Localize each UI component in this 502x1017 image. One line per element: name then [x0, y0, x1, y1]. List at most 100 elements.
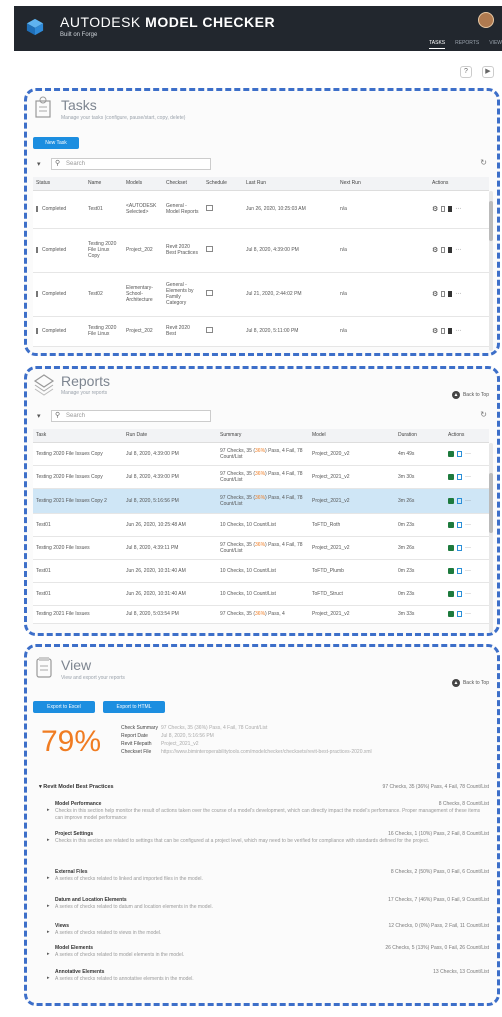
document-icon[interactable]: [457, 567, 462, 574]
col-checkset[interactable]: Checkset: [163, 177, 203, 191]
filter-icon[interactable]: ▾: [37, 412, 41, 420]
trash-icon[interactable]: [448, 206, 453, 212]
back-to-top-link[interactable]: ▲ Back to Top: [451, 679, 489, 687]
excel-icon[interactable]: [448, 567, 454, 574]
document-icon[interactable]: [457, 521, 462, 528]
check-category[interactable]: ▸ Datum and Location Elements 17 Checks, 7…: [47, 897, 489, 921]
refresh-icon[interactable]: ↻: [480, 158, 487, 167]
expand-icon[interactable]: ▸: [47, 929, 50, 935]
more-icon[interactable]: ···: [465, 522, 471, 528]
gear-icon[interactable]: ⚙: [432, 246, 438, 254]
excel-icon[interactable]: [448, 473, 454, 480]
calendar-icon[interactable]: [206, 290, 213, 296]
excel-icon[interactable]: [448, 590, 454, 597]
col-run-date[interactable]: Run Date: [123, 429, 217, 443]
more-icon[interactable]: ···: [465, 498, 471, 504]
table-row[interactable]: Testing 2020 File Issues Copy Jul 8, 2020…: [33, 442, 489, 466]
pause-icon[interactable]: [441, 247, 446, 253]
more-icon[interactable]: ···: [465, 568, 471, 574]
excel-icon[interactable]: [448, 450, 454, 457]
more-icon[interactable]: ···: [465, 611, 471, 617]
back-to-top-link[interactable]: ▲ Back to Top: [451, 391, 489, 399]
check-category[interactable]: ▸ Project Settings 16 Checks, 1 (10%) Pass…: [47, 831, 489, 855]
excel-icon[interactable]: [448, 611, 454, 617]
expand-icon[interactable]: ▸: [47, 837, 50, 843]
tasks-scrollbar[interactable]: [489, 191, 493, 351]
pause-icon[interactable]: [441, 328, 446, 334]
user-avatar[interactable]: [478, 12, 494, 28]
table-row[interactable]: Completed Test01 <AUTODESK Selected> Gen…: [33, 190, 489, 229]
nav-reports[interactable]: REPORTS: [455, 40, 479, 49]
check-category[interactable]: ▸ Model Elements 26 Checks, 5 (13%) Pass, …: [47, 945, 489, 969]
document-icon[interactable]: [457, 497, 462, 504]
more-icon[interactable]: ···: [465, 545, 471, 551]
reports-search-input[interactable]: ⚲ Search: [51, 410, 211, 422]
calendar-icon[interactable]: [206, 205, 213, 211]
col-models[interactable]: Models: [123, 177, 163, 191]
table-row[interactable]: Testing 2021 File Issues Jul 8, 2020, 5:0…: [33, 605, 489, 624]
col-task[interactable]: Task: [33, 429, 123, 443]
trash-icon[interactable]: [448, 328, 453, 334]
expand-icon[interactable]: ▸: [47, 875, 50, 881]
table-row[interactable]: Testing 2020 File Issues Copy Jul 8, 2020…: [33, 465, 489, 489]
more-icon[interactable]: ···: [455, 328, 461, 334]
export-excel-button[interactable]: Export to Excel: [33, 701, 95, 713]
check-category[interactable]: ▸ Views 12 Checks, 0 (0%) Pass, 2 Fail, 11…: [47, 923, 489, 947]
col-schedule[interactable]: Schedule: [203, 177, 243, 191]
more-icon[interactable]: ···: [465, 451, 471, 457]
tasks-search-input[interactable]: ⚲ Search: [51, 158, 211, 170]
document-icon[interactable]: [457, 611, 462, 617]
scrollbar-thumb[interactable]: [489, 201, 493, 241]
trash-icon[interactable]: [448, 291, 453, 297]
help-icon[interactable]: ?: [460, 66, 472, 78]
expand-icon[interactable]: ▸: [47, 975, 50, 981]
gear-icon[interactable]: ⚙: [432, 205, 438, 213]
excel-icon[interactable]: [448, 544, 454, 551]
pause-icon[interactable]: [441, 291, 446, 297]
expand-icon[interactable]: ▸: [47, 903, 50, 909]
more-icon[interactable]: ···: [455, 247, 461, 253]
col-last-run[interactable]: Last Run: [243, 177, 337, 191]
gear-icon[interactable]: ⚙: [432, 327, 438, 335]
trash-icon[interactable]: [448, 247, 453, 253]
calendar-icon[interactable]: [206, 327, 213, 333]
document-icon[interactable]: [457, 590, 462, 597]
col-model[interactable]: Model: [309, 429, 395, 443]
document-icon[interactable]: [457, 473, 462, 480]
more-icon[interactable]: ···: [455, 206, 461, 212]
reports-scrollbar[interactable]: [489, 443, 493, 633]
nav-tasks[interactable]: TASKS: [429, 40, 446, 49]
scrollbar-thumb[interactable]: [489, 473, 493, 533]
video-icon[interactable]: ▶: [482, 66, 494, 78]
col-duration[interactable]: Duration: [395, 429, 445, 443]
col-summary[interactable]: Summary: [217, 429, 309, 443]
refresh-icon[interactable]: ↻: [480, 410, 487, 419]
expand-icon[interactable]: ▸: [47, 807, 50, 813]
nav-view[interactable]: VIEW: [489, 40, 502, 49]
table-row[interactable]: Test01 Jun 26, 2020, 10:25:48 AM 10 Checks…: [33, 513, 489, 537]
new-task-button[interactable]: New Task: [33, 137, 79, 149]
gear-icon[interactable]: ⚙: [432, 290, 438, 298]
table-row[interactable]: Testing 2021 File Issues Copy 2 Jul 8, 20…: [33, 488, 489, 514]
pause-icon[interactable]: [441, 206, 446, 212]
export-html-button[interactable]: Export to HTML: [103, 701, 165, 713]
table-row[interactable]: Completed Testing 2020 File Linux Copy P…: [33, 228, 489, 273]
filter-icon[interactable]: ▾: [37, 160, 41, 168]
excel-icon[interactable]: [448, 497, 454, 504]
col-next-run[interactable]: Next Run: [337, 177, 429, 191]
checkset-group-title[interactable]: ▾ Revit Model Best Practices: [39, 784, 114, 790]
document-icon[interactable]: [457, 544, 462, 551]
document-icon[interactable]: [457, 450, 462, 457]
checkset-value[interactable]: https://www.biminteroperabilitytools.com…: [161, 749, 372, 755]
more-icon[interactable]: ···: [465, 474, 471, 480]
check-category[interactable]: ▸ Model Performance 8 Checks, 8 Count/List…: [47, 801, 489, 825]
check-category[interactable]: ▸ Annotative Elements 13 Checks, 13 Count/…: [47, 969, 489, 993]
table-row[interactable]: Completed Test02 Elementary-School-Archi…: [33, 272, 489, 317]
more-icon[interactable]: ···: [455, 291, 461, 297]
more-icon[interactable]: ···: [465, 591, 471, 597]
table-row[interactable]: Test01 Jun 26, 2020, 10:31:40 AM 10 Checks…: [33, 559, 489, 583]
col-status[interactable]: Status: [33, 177, 85, 191]
check-category[interactable]: ▸ External Files 8 Checks, 2 (50%) Pass, 0…: [47, 869, 489, 893]
col-name[interactable]: Name: [85, 177, 123, 191]
excel-icon[interactable]: [448, 521, 454, 528]
